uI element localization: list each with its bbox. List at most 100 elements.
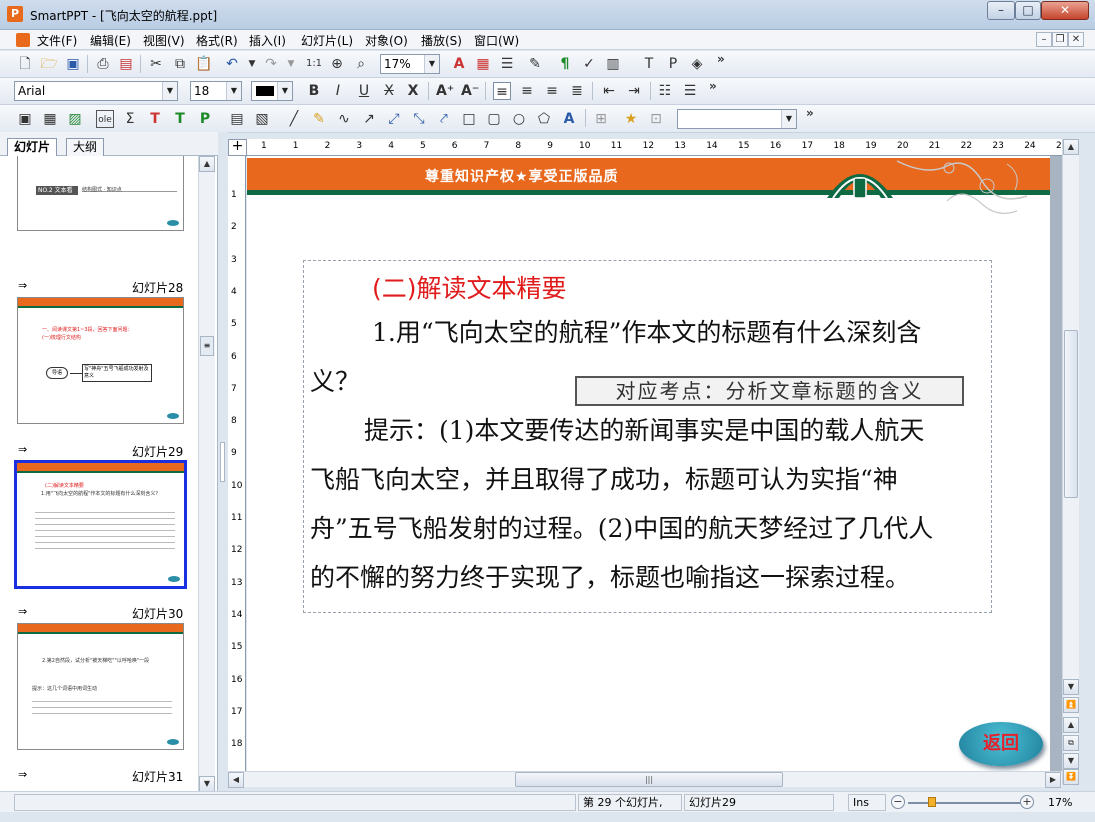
grow-font-icon[interactable]: A⁺: [436, 82, 454, 100]
chart-icon[interactable]: ▥: [604, 55, 622, 73]
minimize-button[interactable]: –: [987, 1, 1015, 20]
zoom-icon[interactable]: ⊕: [328, 55, 346, 73]
paste-icon[interactable]: 📋: [195, 55, 213, 73]
new-icon[interactable]: 🗋: [16, 55, 34, 73]
curved-connector-icon[interactable]: ⤤: [435, 110, 453, 128]
ruler-corner[interactable]: +: [228, 139, 247, 156]
table-icon[interactable]: ▦: [474, 55, 492, 73]
bullet-list-icon[interactable]: ☷: [656, 82, 674, 100]
text-frame-icon[interactable]: T: [640, 55, 658, 73]
font-color-a-icon[interactable]: A: [450, 55, 468, 73]
chevron-down-icon[interactable]: ▼: [424, 55, 439, 73]
menu-object[interactable]: 对象(O): [365, 32, 408, 49]
menu-window[interactable]: 窗口(W): [474, 32, 519, 49]
text-box-icon[interactable]: T: [146, 110, 164, 128]
slide-thumbnail-selected[interactable]: (二)解读文本精要 1.用"飞向太空的航程"作本文的标题有什么深刻含义？: [14, 460, 187, 589]
canvas-vertical-scrollbar[interactable]: ▲ ▼ ⏫ ▲ ⧉ ▼ ⏬: [1062, 139, 1079, 785]
tab-outline[interactable]: 大纲: [66, 138, 105, 157]
scroll-right-icon[interactable]: ▶: [1045, 772, 1061, 788]
slide-thumbnail[interactable]: NO.2 文本看析 结构图式 · 知识点: [17, 156, 184, 231]
slide-canvas[interactable]: 尊重知识产权★享受正版品质 (二)解读文本精要 1.用“飞向太空的航程”作本文的…: [247, 156, 1050, 771]
menu-slide[interactable]: 幻灯片(L): [301, 32, 353, 49]
font-name-combo[interactable]: Arial ▼: [14, 81, 178, 101]
undo-icon[interactable]: ↶: [223, 55, 241, 73]
undo-dropdown-icon[interactable]: ▼: [243, 55, 261, 73]
first-slide-icon[interactable]: ⏫: [1063, 697, 1079, 713]
scroll-thumb[interactable]: [1064, 330, 1078, 498]
curve-icon[interactable]: ∿: [335, 110, 353, 128]
toolbar-overflow-icon[interactable]: »: [806, 106, 814, 120]
spellcheck-icon[interactable]: ✓: [580, 55, 598, 73]
pdf-icon[interactable]: ▤: [117, 55, 135, 73]
splitter-grip[interactable]: [220, 442, 225, 482]
doc-icon[interactable]: [16, 33, 30, 47]
previous-slide-icon[interactable]: ▲: [1063, 717, 1079, 733]
scroll-up-icon[interactable]: ▲: [1063, 139, 1079, 155]
next-slide-icon[interactable]: ▼: [1063, 753, 1079, 769]
numbered-list-icon[interactable]: ☰: [681, 82, 699, 100]
scroll-thumb[interactable]: |||: [515, 772, 783, 787]
formula-frame-icon[interactable]: Σ: [121, 110, 139, 128]
align-objects-icon[interactable]: ⊞: [592, 110, 610, 128]
return-button[interactable]: 返回: [959, 722, 1043, 766]
star-icon[interactable]: ★: [622, 110, 640, 128]
zoom-out-button[interactable]: −: [891, 795, 905, 809]
tab-slides[interactable]: 幻灯片: [7, 138, 58, 158]
mdi-minimize-button[interactable]: –: [1036, 32, 1052, 47]
slide-thumbnail[interactable]: 2.第2自然段，试分析"被天梯吃""以呼哈唤"一段 提示：这几个词语中用词生动: [17, 623, 184, 750]
scroll-thumb[interactable]: ≡: [200, 336, 214, 356]
redo-icon[interactable]: ↷: [262, 55, 280, 73]
scroll-down-icon[interactable]: ▼: [1063, 679, 1079, 695]
canvas-horizontal-scrollbar[interactable]: ◀ ||| ▶: [228, 771, 1062, 788]
italic-button[interactable]: I: [329, 82, 347, 100]
print-icon[interactable]: ⎙: [94, 55, 112, 73]
underline-button[interactable]: U: [355, 82, 373, 100]
chevron-down-icon[interactable]: ▼: [226, 82, 241, 100]
color-combo[interactable]: ▼: [251, 81, 293, 101]
line-icon[interactable]: ╱: [285, 110, 303, 128]
menu-view[interactable]: 视图(V): [143, 32, 185, 49]
close-button[interactable]: ✕: [1041, 1, 1089, 20]
arrow-icon[interactable]: ↗: [360, 110, 378, 128]
copy-icon[interactable]: ⧉: [171, 55, 189, 73]
content-text-box[interactable]: (二)解读文本精要 1.用“飞向太空的航程”作本文的标题有什么深刻含 义？ 提示…: [303, 260, 992, 613]
layers-icon[interactable]: ◈: [688, 55, 706, 73]
shrink-font-icon[interactable]: A⁻: [461, 82, 479, 100]
copy-slide-icon[interactable]: ⧉: [1063, 735, 1079, 751]
connector-icon[interactable]: ⤢: [385, 110, 403, 128]
align-center-icon[interactable]: ≡: [518, 82, 536, 100]
ungroup-icon[interactable]: ▧: [253, 110, 271, 128]
zoom-slider-knob[interactable]: [928, 797, 936, 807]
green-picture-icon[interactable]: P: [196, 110, 214, 128]
panel-splitter[interactable]: [218, 132, 228, 792]
shape-style-combo[interactable]: ▼: [677, 109, 797, 129]
align-right-icon[interactable]: ≡: [543, 82, 561, 100]
scroll-down-icon[interactable]: ▼: [199, 776, 215, 792]
group-icon[interactable]: ▤: [228, 110, 246, 128]
zoom-slider-track[interactable]: [908, 802, 1020, 804]
chevron-down-icon[interactable]: ▼: [277, 82, 292, 100]
align-left-icon[interactable]: ≡: [493, 82, 511, 100]
autoshape-icon[interactable]: ⬠: [535, 110, 553, 128]
format-painter-icon[interactable]: ✎: [526, 55, 544, 73]
increase-indent-icon[interactable]: ⇥: [625, 82, 643, 100]
menu-format[interactable]: 格式(R): [196, 32, 238, 49]
toolbar-overflow-icon[interactable]: »: [717, 52, 725, 66]
strikethrough-button[interactable]: X: [380, 82, 398, 100]
font-size-combo[interactable]: 18 ▼: [190, 81, 242, 101]
maximize-button[interactable]: □: [1015, 1, 1041, 20]
image-frame-icon[interactable]: ▨: [66, 110, 84, 128]
mdi-close-button[interactable]: ✕: [1068, 32, 1084, 47]
thumbnail-scrollbar[interactable]: ▲ ≡ ▼: [198, 156, 215, 792]
save-icon[interactable]: ▣: [64, 55, 82, 73]
menu-insert[interactable]: 插入(I): [249, 32, 286, 49]
toolbar-overflow-icon[interactable]: »: [709, 79, 717, 93]
redo-dropdown-icon[interactable]: ▼: [282, 55, 300, 73]
menu-file[interactable]: 文件(F): [37, 32, 77, 49]
mdi-restore-button[interactable]: ❐: [1052, 32, 1068, 47]
elbow-connector-icon[interactable]: ⤡: [410, 110, 428, 128]
paragraph-icon[interactable]: ¶: [556, 55, 574, 73]
chevron-down-icon[interactable]: ▼: [162, 82, 177, 100]
decrease-indent-icon[interactable]: ⇤: [600, 82, 618, 100]
rectangle-icon[interactable]: □: [460, 110, 478, 128]
